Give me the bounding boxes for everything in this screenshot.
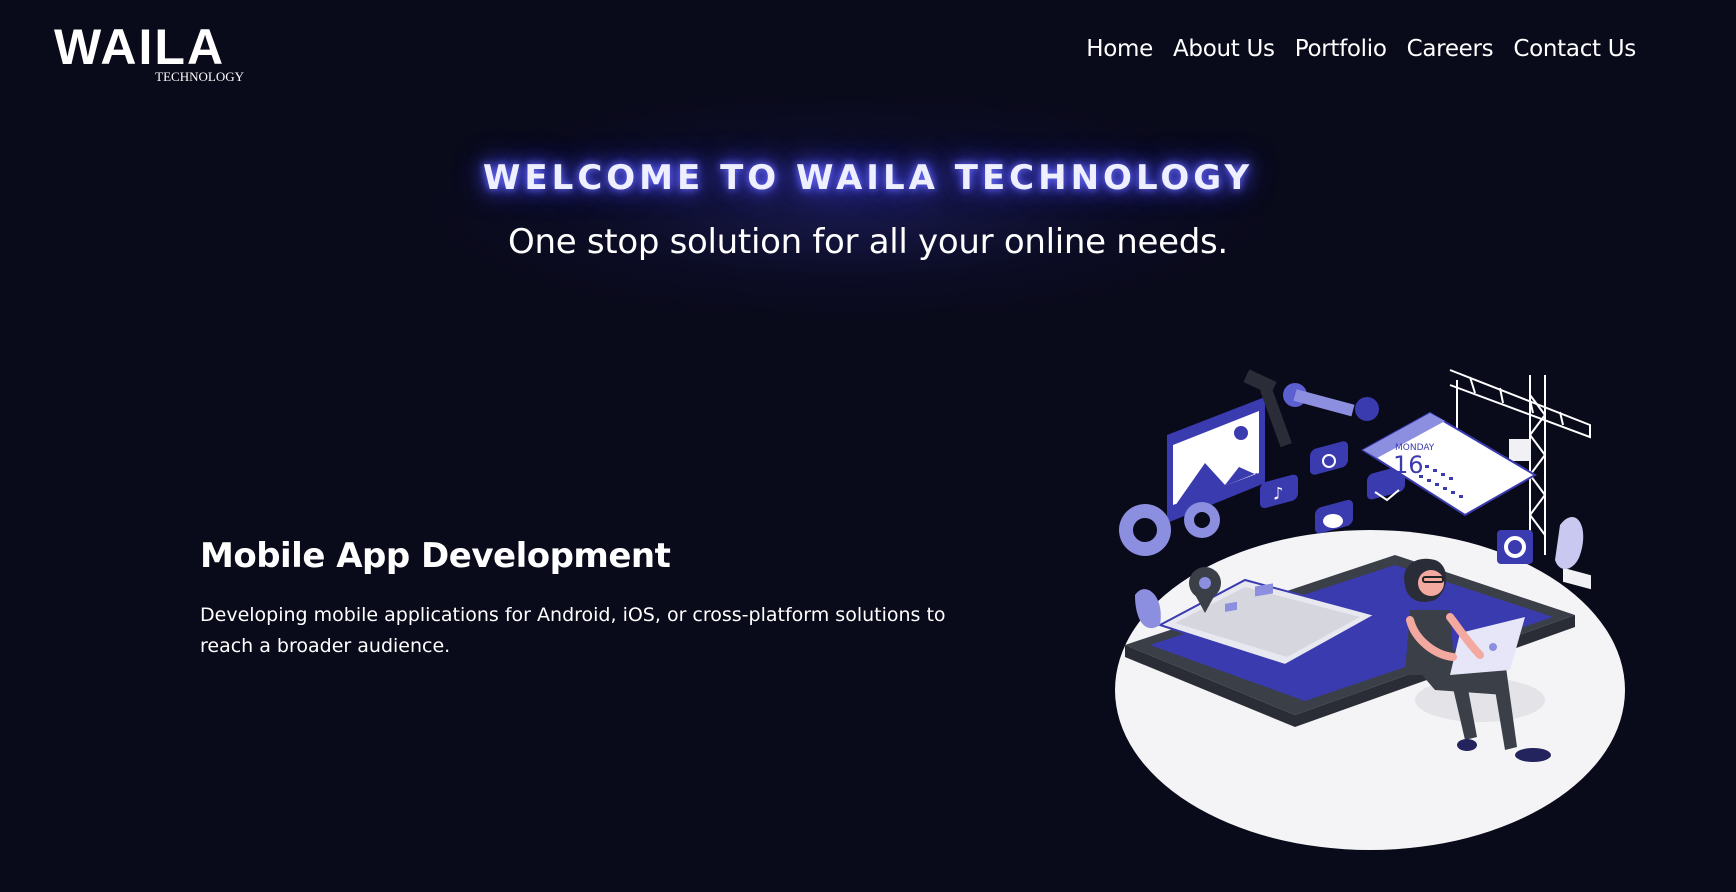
nav-careers[interactable]: Careers	[1407, 36, 1494, 62]
hero-title: WELCOME TO WAILA TECHNOLOGY	[482, 158, 1254, 198]
nav-about-us[interactable]: About Us	[1173, 36, 1275, 62]
svg-text:♪: ♪	[1273, 483, 1283, 504]
service-description: Developing mobile applications for Andro…	[200, 604, 946, 657]
crane-block	[1509, 439, 1531, 461]
logo-subtext: TECHNOLOGY	[155, 69, 244, 84]
plant-right	[1555, 516, 1584, 570]
hero-subtitle: One stop solution for all your online ne…	[508, 222, 1228, 262]
service-title: Mobile App Development	[200, 536, 671, 576]
calendar-date: 16	[1393, 451, 1424, 479]
mobile-app-illustration: ♪ MONDAY 16	[1115, 369, 1625, 850]
crane-block-2	[1563, 567, 1591, 590]
page: WAILA TECHNOLOGY Home About Us Portfolio…	[0, 0, 1736, 892]
nav-portfolio[interactable]: Portfolio	[1295, 36, 1387, 62]
plant-left	[1135, 589, 1161, 629]
main-nav: Home About Us Portfolio Careers Contact …	[1086, 36, 1636, 62]
nav-contact-us[interactable]: Contact Us	[1513, 36, 1636, 62]
nav-home[interactable]: Home	[1086, 36, 1153, 62]
hero-glow	[440, 96, 1260, 316]
logo[interactable]: WAILA TECHNOLOGY	[54, 22, 244, 86]
logo-wordmark: WAILA	[54, 19, 226, 75]
camera-app-icon	[1310, 441, 1348, 475]
settings-gear-icon	[1497, 530, 1533, 564]
